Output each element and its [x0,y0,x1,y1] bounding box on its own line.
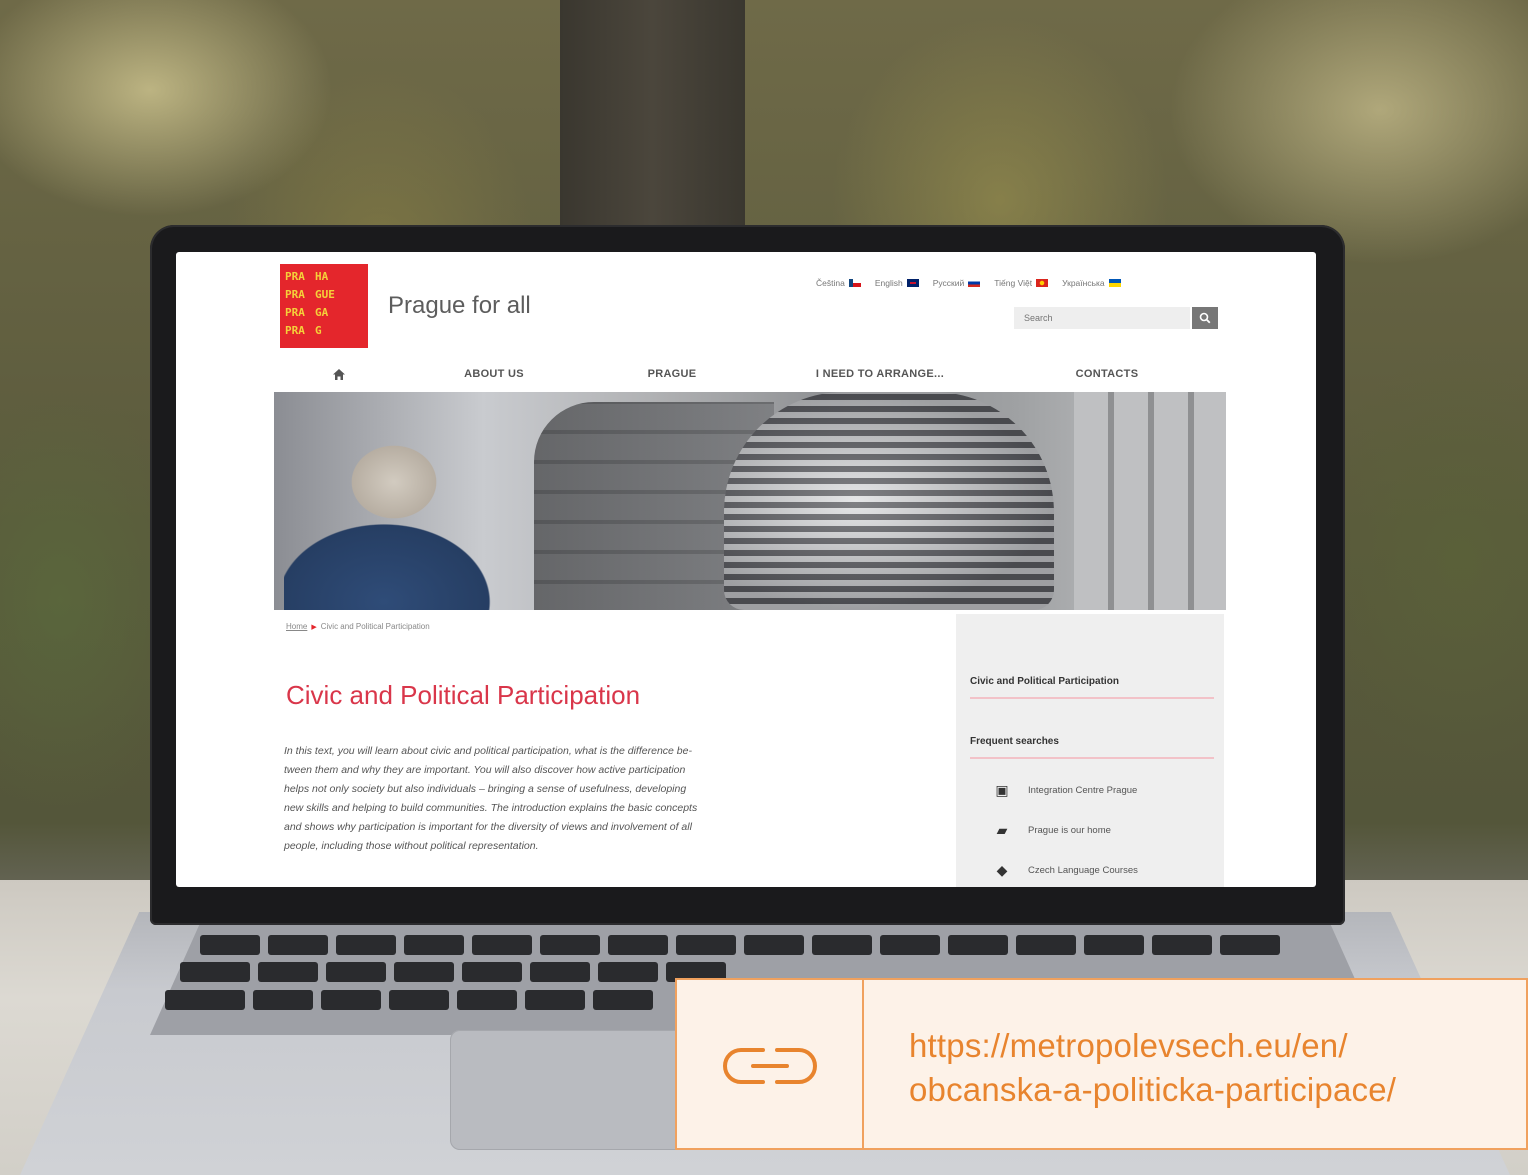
url-link[interactable]: https://metropolevsech.eu/en/ obcanska-a… [909,1024,1396,1112]
kafka-head-sculpture [724,392,1054,610]
language-switcher: Čeština English Русский Tiếng Việt Украї… [816,278,1121,288]
graduation-cap-icon: ◆ [996,862,1008,878]
main-navigation: ABOUT US PRAGUE I NEED TO ARRANGE... CON… [274,356,1226,394]
praha-logo[interactable]: PRA HA PRA GUE PRA GA PRA G [280,264,368,348]
book-icon: ▰ [996,822,1008,838]
search-icon [1199,312,1211,324]
flag-ua-icon [1108,279,1121,287]
building-icon: ▣ [995,782,1009,798]
language-option-english[interactable]: English [875,278,919,288]
browser-viewport: PRA HA PRA GUE PRA GA PRA G Prague for all Češt… [176,252,1316,887]
sidebar-link-integration-centre[interactable]: ▣ Integration Centre Prague [994,782,1137,799]
nav-about-us[interactable]: ABOUT US [404,356,584,394]
sidebar: Civic and Political Participation Freque… [956,614,1224,887]
keyboard-row [200,935,1280,955]
logo-text: PRA [285,288,305,301]
person-photographing [284,432,494,610]
nav-contacts[interactable]: CONTACTS [1000,356,1214,394]
language-option-russian[interactable]: Русский [933,278,981,288]
logo-text: PRA [285,324,305,337]
flag-cz-icon [848,279,861,287]
logo-text: HA [315,270,329,283]
keyboard-row [165,990,653,1010]
hero-image [274,392,1226,610]
sidebar-link-prague-is-our-home[interactable]: ▰ Prague is our home [994,822,1111,839]
logo-text: G [315,324,322,337]
breadcrumb: Home ▶ Civic and Political Participation [286,622,430,631]
logo-text: PRA [285,306,305,319]
sidebar-frequent-searches-title: Frequent searches [970,736,1214,759]
page-title: Civic and Political Participation [286,680,641,710]
window-frame [560,0,745,235]
logo-text: GUE [315,288,335,301]
flag-gb-icon [906,279,919,287]
flag-ru-icon [968,279,981,287]
logo-text: PRA [285,270,305,283]
search-button[interactable] [1192,307,1218,329]
logo-text: GA [315,306,329,319]
intro-paragraph: In this text, you will learn about civic… [284,745,698,852]
breadcrumb-home-link[interactable]: Home [286,622,307,631]
url-banner: https://metropolevsech.eu/en/ obcanska-a… [675,978,1528,1150]
language-option-ukrainian[interactable]: Українська [1062,278,1121,288]
banner-divider [862,980,864,1148]
site-title: Prague for all [388,292,531,319]
link-icon [723,1048,817,1084]
sidebar-section-link[interactable]: Civic and Political Participation [970,676,1214,699]
breadcrumb-separator-icon: ▶ [311,623,317,631]
nav-home[interactable] [274,356,404,394]
language-option-vietnamese[interactable]: Tiếng Việt [994,278,1049,288]
sidebar-link-czech-language-courses[interactable]: ◆ Czech Language Courses [994,862,1138,879]
nav-i-need-to-arrange[interactable]: I NEED TO ARRANGE... [760,356,1000,394]
search-input[interactable] [1014,307,1190,329]
flag-vn-icon [1036,279,1049,287]
language-option-czech[interactable]: Čeština [816,278,861,288]
breadcrumb-current: Civic and Political Participation [320,622,430,631]
nav-prague[interactable]: PRAGUE [584,356,760,394]
keyboard-row [180,962,726,982]
home-icon [333,368,345,380]
